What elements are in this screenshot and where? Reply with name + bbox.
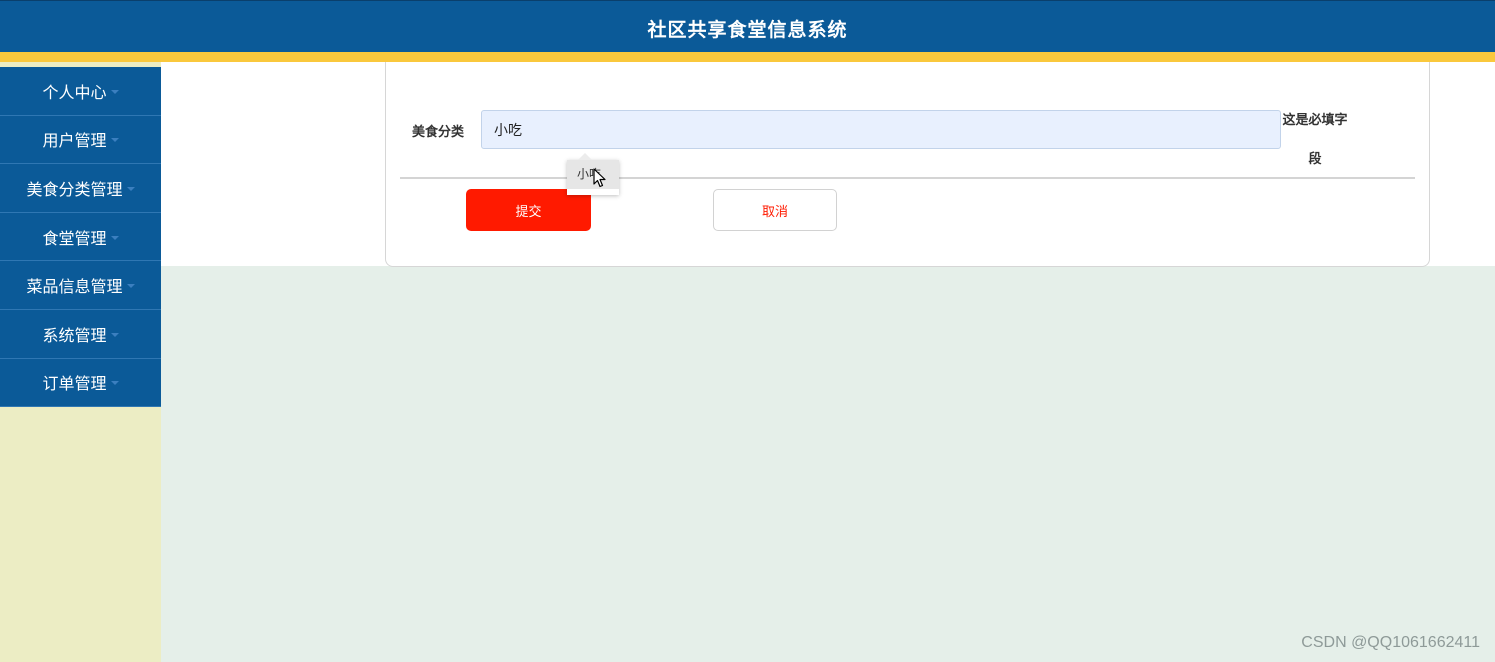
sidebar: 个人中心 用户管理 美食分类管理 食堂管理 菜品信息管理 系统管理 订单管理: [0, 62, 161, 662]
sidebar-item-label: 个人中心: [42, 82, 107, 102]
sidebar-item-label: 美食分类管理: [26, 179, 123, 199]
accent-bar: [0, 52, 1495, 62]
form-card: [385, 62, 1430, 267]
required-field-hint: 这是必填字 段: [1280, 101, 1350, 179]
top-header: 社区共享食堂信息系统: [0, 0, 1495, 52]
sidebar-item-label: 订单管理: [42, 374, 107, 394]
mouse-cursor-icon: [593, 168, 606, 188]
food-category-label: 美食分类: [412, 125, 465, 140]
sidebar-item-canteen-management[interactable]: 食堂管理: [0, 212, 161, 262]
submit-button[interactable]: 提交: [466, 189, 591, 231]
required-hint-line: 段: [1308, 152, 1322, 167]
sidebar-item-order-management[interactable]: 订单管理: [0, 358, 161, 408]
caret-down-icon: [110, 138, 119, 143]
caret-down-icon: [126, 186, 135, 191]
caret-down-icon: [126, 284, 135, 289]
app-title: 社区共享食堂信息系统: [647, 19, 848, 41]
sidebar-item-label: 菜品信息管理: [26, 277, 123, 297]
sidebar-item-label: 用户管理: [42, 131, 107, 151]
caret-down-icon: [110, 235, 119, 240]
sidebar-item-system-management[interactable]: 系统管理: [0, 309, 161, 359]
sidebar-item-food-category-management[interactable]: 美食分类管理: [0, 164, 161, 213]
sidebar-item-personal-center[interactable]: 个人中心: [0, 67, 161, 116]
form-divider: [400, 177, 1415, 179]
cancel-button[interactable]: 取消: [713, 189, 837, 231]
caret-down-icon: [110, 89, 119, 94]
sidebar-item-label: 食堂管理: [42, 228, 107, 248]
watermark: CSDN @QQ1061662411: [1301, 634, 1480, 651]
dropdown-pointer: [578, 153, 592, 160]
caret-down-icon: [110, 381, 119, 386]
sidebar-item-user-management[interactable]: 用户管理: [0, 115, 161, 165]
sidebar-item-label: 系统管理: [42, 325, 107, 345]
sidebar-item-dish-info-management[interactable]: 菜品信息管理: [0, 261, 161, 310]
sidebar-menu: 个人中心 用户管理 美食分类管理 食堂管理 菜品信息管理 系统管理 订单管理: [0, 67, 161, 408]
food-category-input[interactable]: [481, 110, 1281, 149]
caret-down-icon: [110, 332, 119, 337]
required-hint-line: 这是必填字: [1282, 113, 1348, 128]
